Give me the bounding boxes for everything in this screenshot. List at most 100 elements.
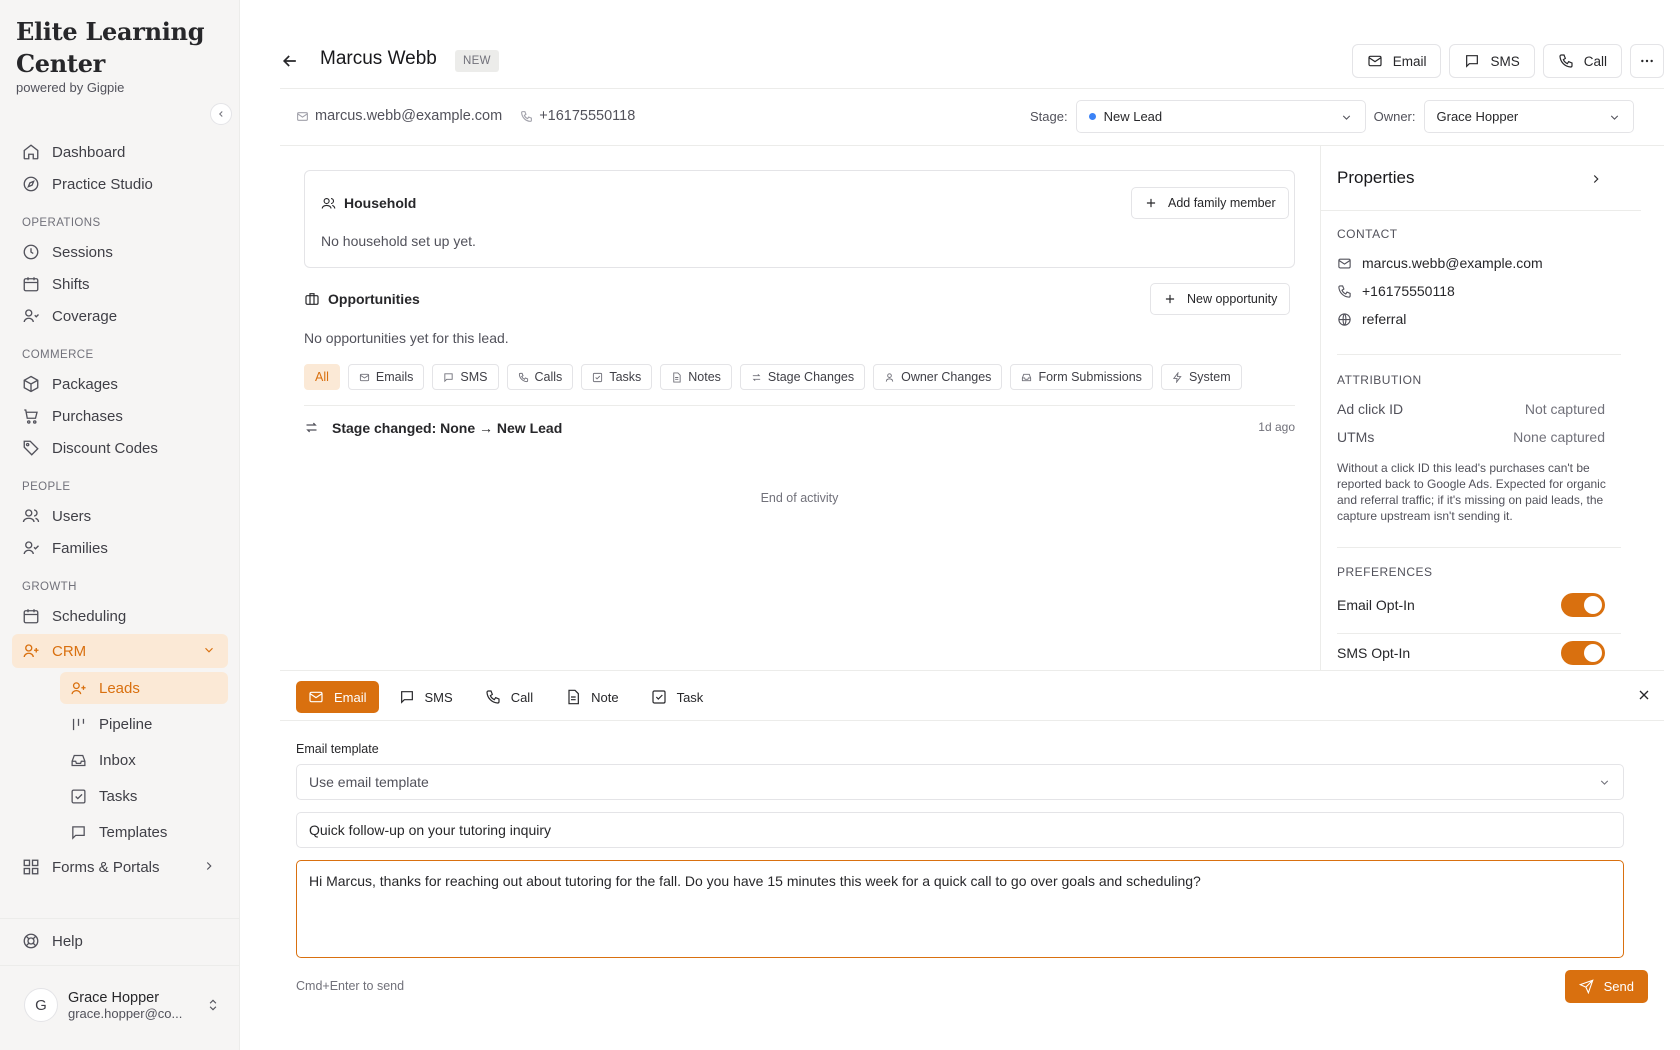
filter-form-submissions[interactable]: Form Submissions [1010,364,1153,390]
sidebar-item-label: Dashboard [52,143,126,161]
filter-owner-changes[interactable]: Owner Changes [873,364,1003,390]
chevron-right-icon[interactable] [1589,172,1603,186]
subject-input[interactable]: Quick follow-up on your tutoring inquiry [296,812,1624,848]
briefcase-icon [305,293,319,305]
sidebar-item-label: Templates [99,823,168,841]
inbox-icon [1022,373,1032,381]
filter-notes[interactable]: Notes [660,364,732,390]
arrows-swap-icon [752,373,761,381]
sidebar-item-coverage[interactable]: Coverage [12,299,228,333]
sidebar-item-sessions[interactable]: Sessions [12,235,228,269]
property-phone[interactable]: +16175550118 [1337,283,1455,299]
utms-value: None captured [1513,429,1605,445]
composer-tabs: Email SMS Call Note Task [296,681,715,713]
sidebar-item-tasks[interactable]: Tasks [60,780,228,812]
ad-click-id-value: Not captured [1524,401,1605,417]
grid-icon [23,859,39,875]
sidebar-item-users[interactable]: Users [12,499,228,533]
email-template-placeholder: Use email template [309,774,429,790]
user-plus-icon [71,681,86,694]
sidebar-item-label: Pipeline [99,715,153,733]
sidebar-item-label: Inbox [99,751,136,769]
sidebar-item-practice-studio[interactable]: Practice Studio [12,167,228,201]
composer-tab-call[interactable]: Call [473,681,545,713]
sidebar-item-label: Sessions [52,243,113,261]
contact-phone-text: +16175550118 [539,108,636,124]
composer-tab-task[interactable]: Task [639,681,716,713]
sidebar-item-families[interactable]: Families [12,531,228,565]
sidebar-item-leads[interactable]: Leads [60,672,228,704]
chevron-down-icon [1600,780,1609,785]
arrows-swap-icon [306,422,317,433]
send-button[interactable]: Send [1564,970,1648,1003]
user-menu[interactable]: G Grace Hopper grace.hopper@co... [24,988,220,1022]
sidebar-item-scheduling[interactable]: Scheduling [12,599,228,633]
activity-filters: All Emails SMS Calls Tasks Notes Stage C… [304,364,1242,390]
property-utms: UTMs None captured [1337,429,1605,445]
divider [304,405,1295,406]
chevron-down-icon [205,647,213,653]
mail-icon [297,111,308,121]
stage-select[interactable]: New Lead [1075,100,1366,133]
sms-button[interactable]: SMS [1449,44,1535,78]
filter-tasks[interactable]: Tasks [581,364,653,390]
activity-item: Stage changed: None → New Lead 1d ago [304,418,1295,440]
sidebar-item-discount-codes[interactable]: Discount Codes [12,431,228,465]
sidebar-nav: Dashboard Practice Studio OPERATIONS Ses… [12,135,228,884]
composer-tab-email[interactable]: Email [296,681,379,713]
composer-panel: Email SMS Call Note Task Email template … [280,670,1664,1050]
sidebar-item-forms-portals[interactable]: Forms & Portals [12,850,228,884]
plus-icon [1146,198,1156,208]
contact-bar: marcus.webb@example.com +16175550118 [296,108,635,124]
sidebar-item-pipeline[interactable]: Pipeline [60,708,228,740]
filter-emails[interactable]: Emails [347,364,425,390]
sidebar-item-shifts[interactable]: Shifts [12,267,228,301]
sidebar-item-purchases[interactable]: Purchases [12,399,228,433]
collapse-sidebar-button[interactable] [210,103,232,125]
filter-stage-changes[interactable]: Stage Changes [739,364,866,390]
sidebar-item-packages[interactable]: Packages [12,367,228,401]
sidebar-item-help[interactable]: Help [12,924,228,958]
close-icon[interactable] [1636,687,1652,703]
user-plus-icon [23,644,39,658]
stage-owner-controls: Stage: New Lead Owner: Grace Hopper [1030,100,1634,133]
owner-select[interactable]: Grace Hopper [1423,100,1634,133]
filter-system[interactable]: System [1160,364,1242,390]
more-actions-button[interactable] [1630,44,1664,78]
email-body-textarea[interactable]: Hi Marcus, thanks for reaching out about… [296,860,1624,958]
email-button[interactable]: Email [1351,44,1442,78]
email-optin-label: Email Opt-In [1337,597,1415,613]
composer-tab-sms[interactable]: SMS [387,681,465,713]
property-email[interactable]: marcus.webb@example.com [1337,255,1543,271]
message-square-icon [400,691,413,704]
sidebar-item-inbox[interactable]: Inbox [60,744,228,776]
sidebar-item-crm[interactable]: CRM [12,634,228,668]
contact-phone[interactable]: +16175550118 [520,108,635,124]
filter-all[interactable]: All [304,364,340,390]
sidebar-divider [0,918,239,919]
activity-timestamp: 1d ago [1258,420,1295,434]
email-template-select[interactable]: Use email template [296,764,1624,800]
call-button-label: Call [1583,53,1607,69]
compass-icon [23,176,39,192]
sms-optin-toggle[interactable] [1561,641,1605,665]
back-arrow-icon[interactable] [280,51,300,71]
filter-sms[interactable]: SMS [432,364,499,390]
mail-icon [309,691,323,703]
sidebar-item-templates[interactable]: Templates [60,816,228,848]
sidebar-item-label: Purchases [52,407,123,425]
new-opportunity-button[interactable]: New opportunity [1150,283,1291,315]
call-button[interactable]: Call [1542,44,1622,78]
clock-icon [23,244,39,260]
divider [280,88,1664,89]
email-optin-toggle[interactable] [1561,593,1605,617]
filter-calls[interactable]: Calls [506,364,574,390]
owner-value: Grace Hopper [1436,109,1519,124]
message-square-icon [1466,55,1479,68]
add-family-member-button[interactable]: Add family member [1131,187,1289,219]
composer-tab-note[interactable]: Note [553,681,630,713]
property-source: referral [1337,311,1406,327]
properties-title: Properties [1337,168,1415,187]
contact-email[interactable]: marcus.webb@example.com [296,108,502,124]
sidebar-item-dashboard[interactable]: Dashboard [12,135,228,169]
